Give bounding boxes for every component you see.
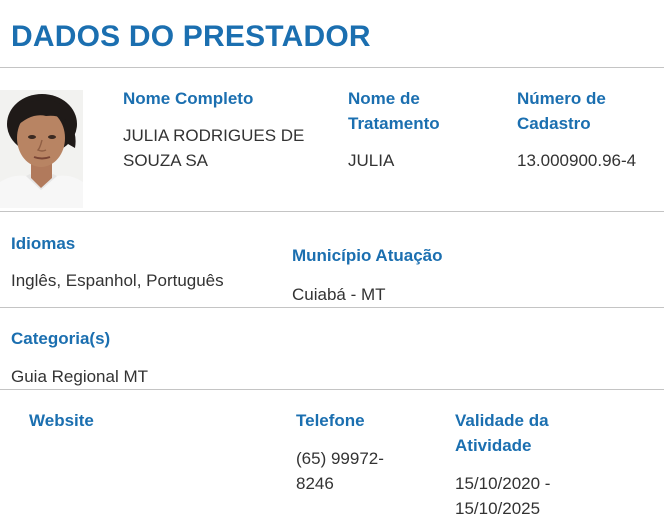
divider	[0, 67, 664, 68]
validity-label-line2: Atividade	[455, 436, 532, 455]
validity-value-line2: 15/10/2025	[455, 499, 541, 518]
registration-value: 13.000900.96-4	[517, 151, 637, 170]
treatment-name-label-line1: Nome de	[348, 89, 420, 108]
registration-label-line1: Número de	[517, 89, 606, 108]
treatment-name-value: JULIA	[348, 151, 395, 170]
validity-label-line1: Validade da	[455, 411, 549, 430]
phone-label: Telefone	[296, 411, 365, 430]
municipality-label: Município Atuação	[292, 246, 443, 265]
page-title: DADOS DO PRESTADOR	[11, 20, 371, 53]
avatar	[0, 90, 83, 208]
languages-label: Idiomas	[11, 234, 76, 253]
website-label: Website	[29, 411, 94, 430]
categories-label: Categoria(s)	[11, 329, 111, 348]
validity-value-line1: 15/10/2020 -	[455, 474, 551, 493]
full-name-label: Nome Completo	[123, 89, 254, 108]
divider	[0, 211, 664, 212]
full-name-value-line2: SOUZA SA	[123, 151, 209, 170]
categories-value: Guia Regional MT	[11, 367, 149, 386]
registration-label-line2: Cadastro	[517, 114, 591, 133]
phone-value-line1: (65) 99972-	[296, 449, 384, 468]
phone-value-line2: 8246	[296, 474, 334, 493]
divider	[0, 389, 664, 390]
municipality-value: Cuiabá - MT	[292, 285, 386, 304]
full-name-value-line1: JULIA RODRIGUES DE	[123, 126, 305, 145]
provider-photo	[0, 90, 83, 208]
languages-value: Inglês, Espanhol, Português	[11, 271, 224, 290]
treatment-name-label-line2: Tratamento	[348, 114, 440, 133]
divider	[0, 307, 664, 308]
